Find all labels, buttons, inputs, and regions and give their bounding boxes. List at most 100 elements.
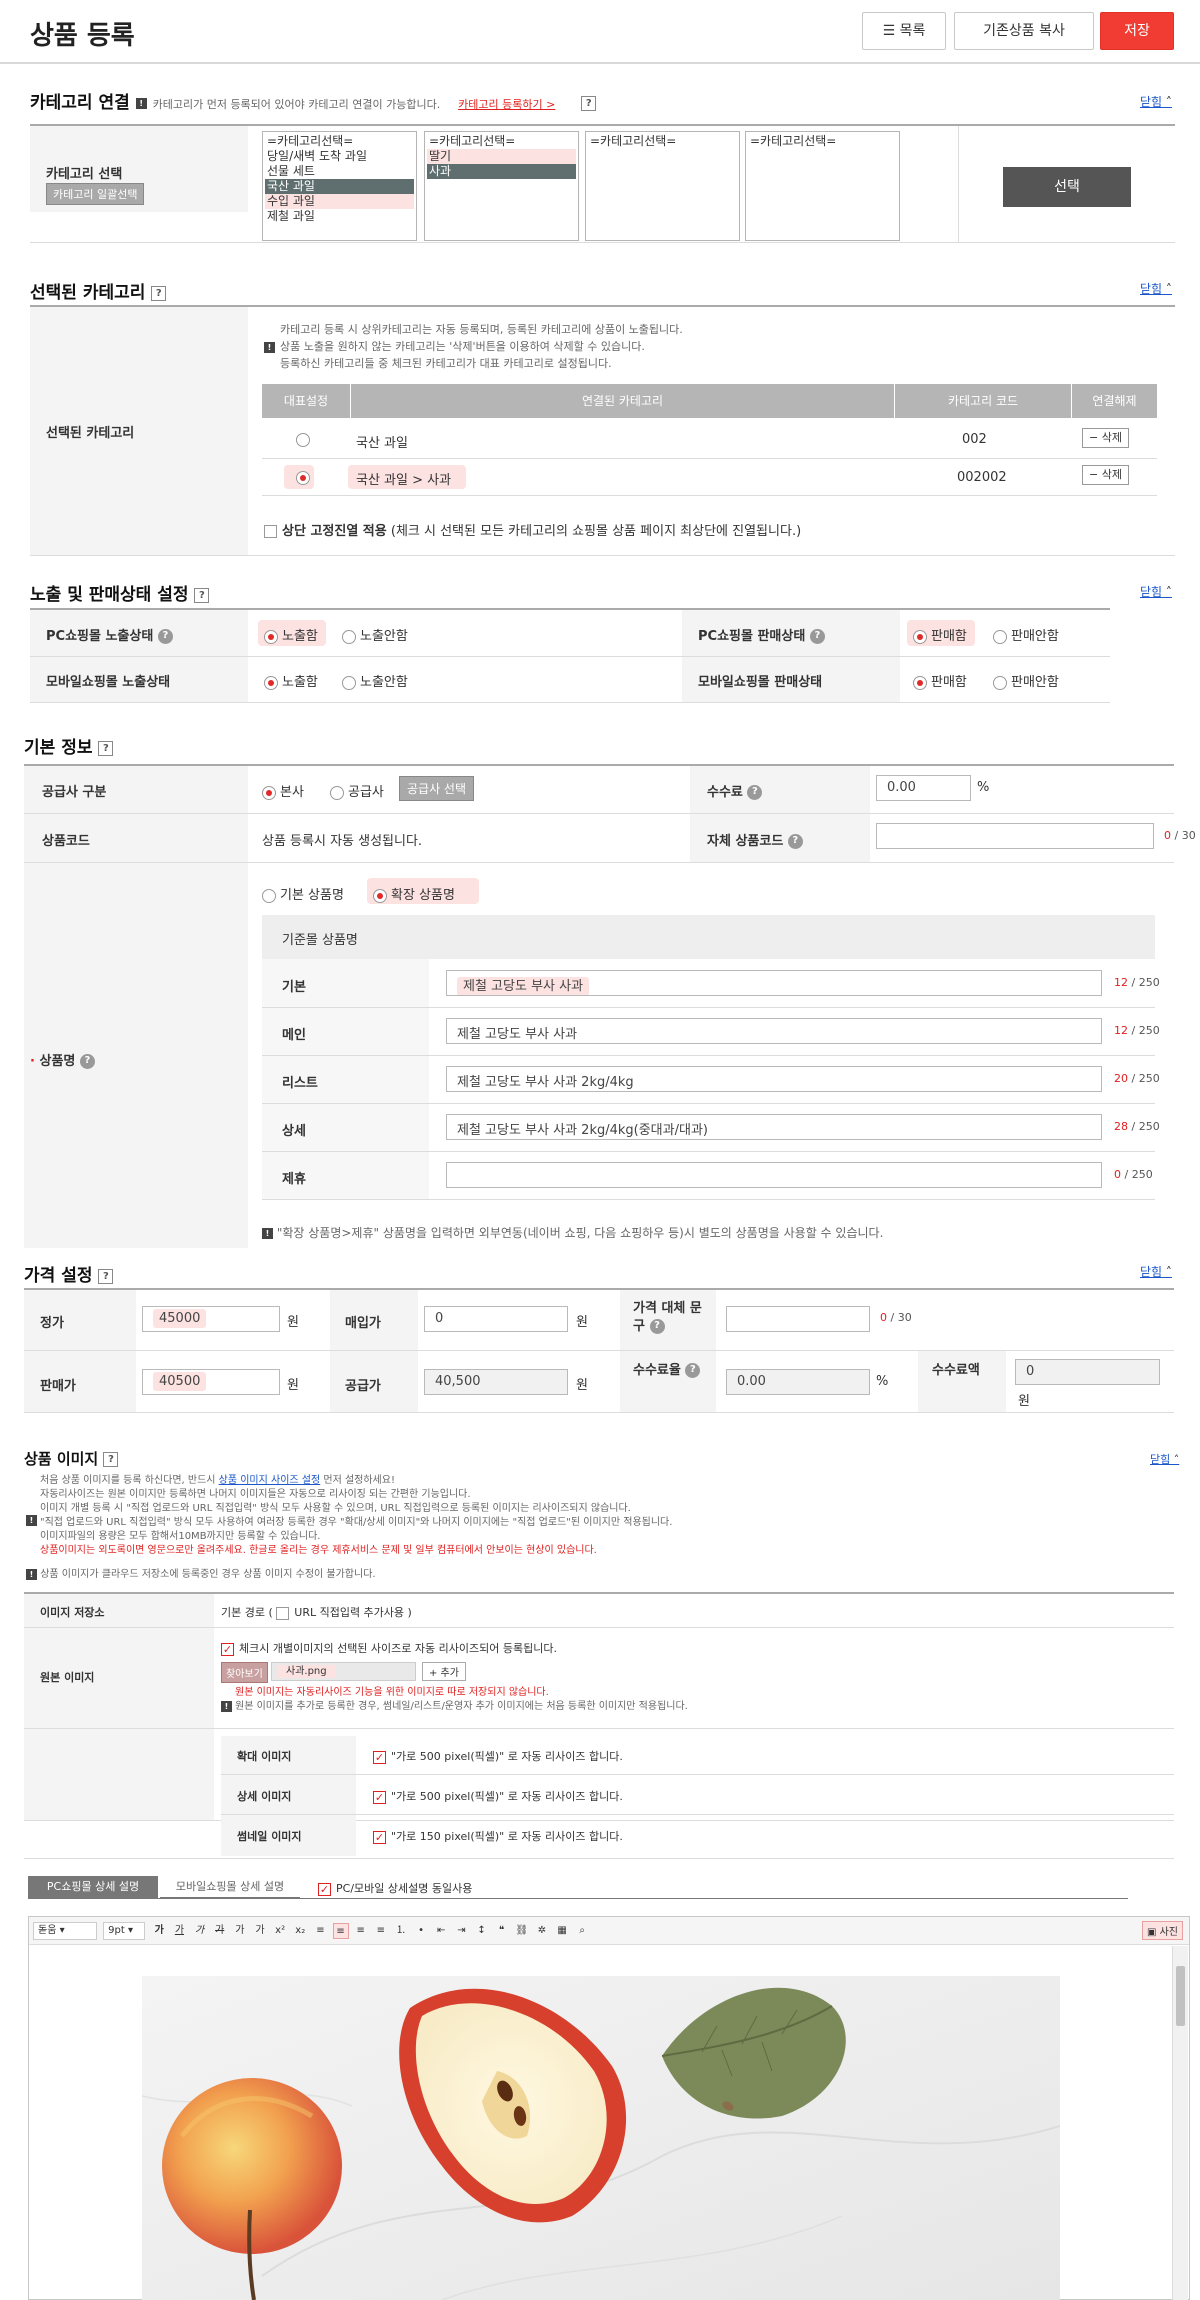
underline-icon[interactable]: 가 (171, 1923, 187, 1939)
help-icon[interactable]: ? (194, 587, 210, 603)
pc-show-off-radio[interactable]: 노출안함 (342, 625, 408, 644)
list-option[interactable]: 선물 세트 (265, 164, 414, 179)
name-basic-input[interactable]: 제철 고당도 부사 사과 (446, 970, 1102, 996)
pc-sale-off-radio[interactable]: 판매안함 (993, 625, 1059, 644)
list-option[interactable]: 딸기 (427, 149, 576, 164)
tab-pc-detail[interactable]: PC쇼핑몰 상세 설명 (28, 1876, 158, 1898)
bold-icon[interactable]: 가 (151, 1923, 167, 1939)
fixed-display-checkbox[interactable] (264, 525, 277, 538)
list-button[interactable]: ☰ 목록 (862, 12, 946, 50)
buy-price-input[interactable]: 0 (424, 1306, 568, 1332)
category-bulk-button[interactable]: 카테고리 일괄선택 (46, 183, 145, 205)
mobile-sale-on-radio[interactable]: 판매함 (913, 671, 967, 690)
font-size-select[interactable]: 9pt ▾ (103, 1922, 146, 1940)
same-detail-option[interactable]: ✓ PC/모바일 상세설명 동일사용 (318, 1880, 472, 1896)
photo-button[interactable]: ▣ 사진 (1141, 1921, 1183, 1940)
special-char-icon[interactable]: ✲ (534, 1923, 550, 1939)
list-option[interactable]: 제철 과일 (265, 209, 414, 224)
pc-sale-on-radio[interactable]: 판매함 (913, 625, 967, 644)
help-icon[interactable]: ? (98, 740, 114, 756)
help-icon[interactable]: ? (79, 1054, 95, 1069)
list-price-input[interactable]: 45000 (142, 1306, 280, 1332)
line-height-icon[interactable]: ↕ (474, 1923, 490, 1939)
fold-toggle[interactable]: 닫힘 ˄ (1140, 93, 1172, 110)
help-icon[interactable]: ? (151, 285, 167, 301)
supply-price-input[interactable]: 40,500 (424, 1369, 568, 1395)
mobile-sale-off-radio[interactable]: 판매안함 (993, 671, 1059, 690)
name-detail-input[interactable]: 제철 고당도 부사 사과 2kg/4kg(중대과/대과) (446, 1114, 1102, 1140)
align-left-icon[interactable]: ≡ (312, 1923, 328, 1939)
list-option[interactable]: =카테고리선택= (265, 134, 414, 149)
extended-name-radio[interactable]: 확장 상품명 (373, 884, 455, 903)
italic-icon[interactable]: 가 (192, 1923, 208, 1939)
list-option[interactable]: =카테고리선택= (748, 134, 897, 149)
save-button[interactable]: 저장 (1100, 12, 1174, 50)
auto-resize-option[interactable]: ✓ 체크시 개별이미지의 선택된 사이즈로 자동 리사이즈되어 등록됩니다. (221, 1640, 557, 1656)
ordered-list-icon[interactable]: ⒈ (393, 1923, 409, 1939)
align-right-icon[interactable]: ≡ (353, 1923, 369, 1939)
image-size-setting-link[interactable]: 상품 이미지 사이즈 설정 (219, 1475, 321, 1486)
mobile-show-off-radio[interactable]: 노출안함 (342, 671, 408, 690)
help-icon[interactable]: ? (809, 629, 825, 644)
same-detail-checkbox[interactable]: ✓ (318, 1882, 331, 1896)
table-icon[interactable]: ▦ (554, 1923, 570, 1939)
add-image-button[interactable]: + 추가 (422, 1662, 466, 1681)
fee-amount-input[interactable]: 0 (1015, 1359, 1160, 1385)
highlight-color-icon[interactable]: 가 (252, 1923, 268, 1939)
list-option[interactable]: =카테고리선택= (588, 134, 737, 149)
help-icon[interactable]: ? (98, 1268, 114, 1284)
fold-toggle[interactable]: 닫힘 ˄ (1140, 583, 1172, 600)
category-select-button[interactable]: 선택 (1003, 167, 1131, 207)
basic-name-radio[interactable]: 기본 상품명 (262, 884, 344, 903)
delete-button[interactable]: − 삭제 (1082, 428, 1129, 448)
editor-scrollbar[interactable] (1172, 1946, 1188, 2300)
fold-toggle[interactable]: 닫힘 ˄ (1150, 1451, 1179, 1467)
name-main-input[interactable]: 제철 고당도 부사 사과 (446, 1018, 1102, 1044)
auto-resize-checkbox[interactable]: ✓ (221, 1642, 234, 1656)
align-justify-icon[interactable]: ≡ (373, 1923, 389, 1939)
help-icon[interactable]: ? (103, 1452, 119, 1467)
supplier-main-radio[interactable]: 본사 (262, 781, 304, 800)
fixed-display-option[interactable]: 상단 고정진열 적용 (체크 시 선택된 모든 카테고리의 쇼핑몰 상품 페이지… (264, 520, 801, 539)
category-list-1[interactable]: =카테고리선택= 당일/새벽 도착 과일 선물 세트 국산 과일 수입 과일 제… (262, 131, 417, 241)
tab-mobile-detail[interactable]: 모바일쇼핑몰 상세 설명 (160, 1876, 300, 1898)
help-icon[interactable]: ? (649, 1319, 665, 1334)
url-input-checkbox[interactable] (276, 1606, 290, 1620)
fold-toggle[interactable]: 닫힘 ˄ (1140, 280, 1172, 297)
supplier-other-radio[interactable]: 공급사 (330, 781, 384, 800)
category-list-2[interactable]: =카테고리선택= 딸기 사과 (424, 131, 579, 241)
quote-icon[interactable]: ❝ (494, 1923, 510, 1939)
size-option[interactable]: ✓ "가로 500 pixel(픽셀)" 로 자동 리사이즈 합니다. (373, 1748, 623, 1764)
list-option-selected[interactable]: 국산 과일 (265, 179, 414, 194)
category-register-link[interactable]: 카테고리 등록하기 > (458, 98, 555, 111)
help-icon[interactable]: ? (747, 785, 763, 800)
find-icon[interactable]: ⌕ (574, 1923, 590, 1939)
scrollbar-thumb[interactable] (1176, 1966, 1185, 2026)
subscript-icon[interactable]: x₂ (292, 1923, 308, 1939)
own-code-input[interactable] (876, 823, 1154, 849)
size-option[interactable]: ✓ "가로 500 pixel(픽셀)" 로 자동 리사이즈 합니다. (373, 1788, 623, 1804)
fold-toggle[interactable]: 닫힘 ˄ (1140, 1263, 1172, 1280)
text-color-icon[interactable]: 가 (232, 1923, 248, 1939)
pc-show-on-radio[interactable]: 노출함 (264, 625, 318, 644)
align-center-icon[interactable]: ≡ (332, 1923, 349, 1939)
find-file-button[interactable]: 찾아보기 (221, 1662, 268, 1683)
rep-radio[interactable] (296, 470, 314, 485)
list-option[interactable]: 수입 과일 (265, 194, 414, 209)
supplier-select-button[interactable]: 공급사 선택 (399, 776, 475, 801)
link-icon[interactable]: ⛓ (514, 1923, 530, 1939)
price-alt-input[interactable] (726, 1306, 870, 1332)
fee-input[interactable]: 0.00 (876, 775, 971, 801)
rep-radio[interactable] (296, 432, 314, 447)
mobile-show-on-radio[interactable]: 노출함 (264, 671, 318, 690)
list-option-selected[interactable]: 사과 (427, 164, 576, 179)
fee-rate-input[interactable]: 0.00 (726, 1369, 870, 1395)
size-option[interactable]: ✓ "가로 150 pixel(픽셀)" 로 자동 리사이즈 합니다. (373, 1828, 623, 1844)
help-icon[interactable]: ? (685, 1363, 701, 1378)
font-select[interactable]: 돋움 ▾ (33, 1922, 97, 1940)
name-partner-input[interactable] (446, 1162, 1102, 1188)
list-option[interactable]: 당일/새벽 도착 과일 (265, 149, 414, 164)
copy-product-button[interactable]: 기존상품 복사 (954, 12, 1094, 50)
superscript-icon[interactable]: x² (272, 1923, 288, 1939)
indent-icon[interactable]: ⇥ (453, 1923, 469, 1939)
